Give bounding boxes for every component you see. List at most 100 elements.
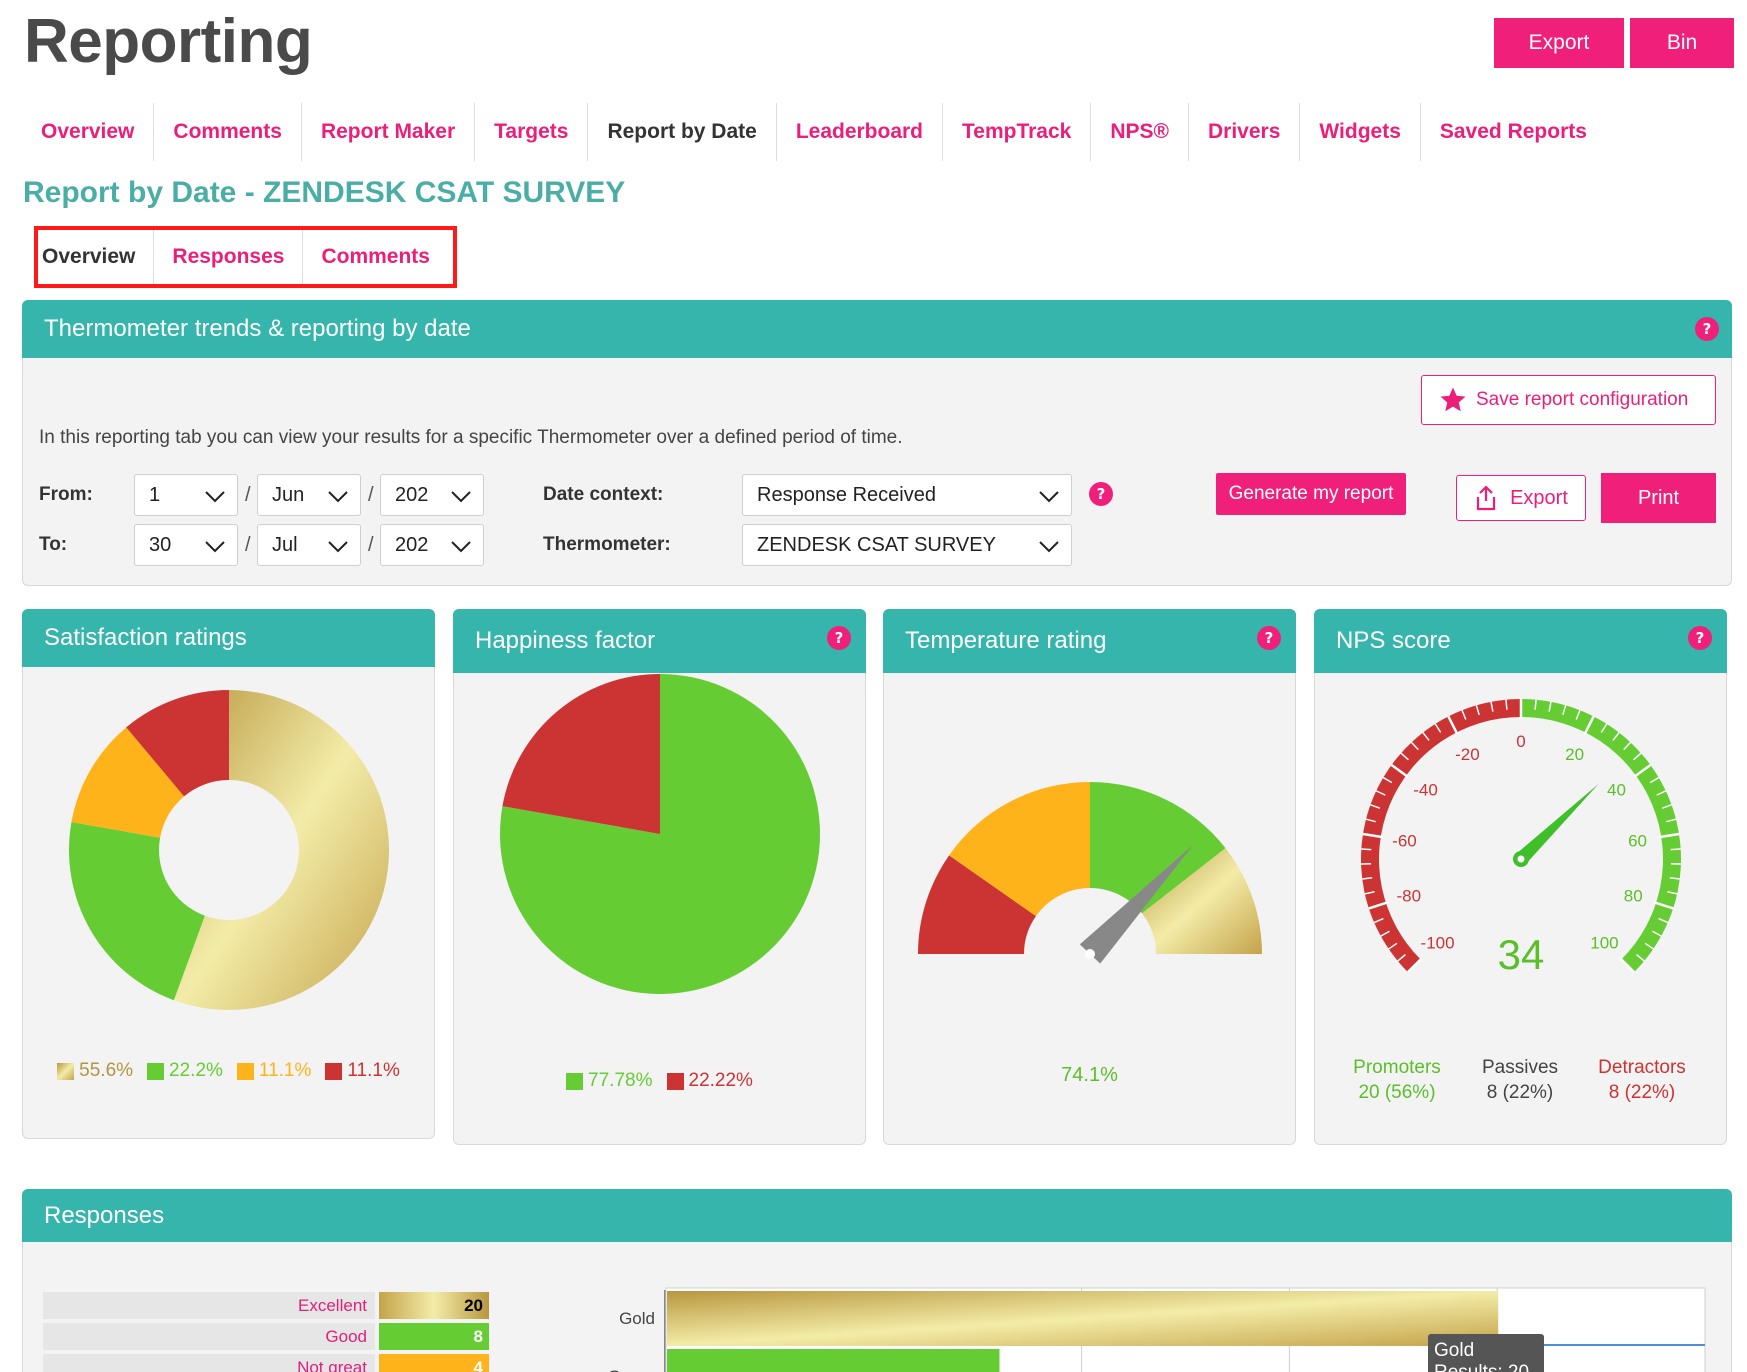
from-month-select[interactable]: Jun bbox=[257, 474, 361, 516]
legend-item: 55.6% bbox=[57, 1060, 133, 1082]
star-icon bbox=[1440, 387, 1466, 412]
nav-report-by-date[interactable]: Report by Date bbox=[588, 103, 777, 161]
thermometer-label: Thermometer: bbox=[543, 534, 671, 555]
to-year-value: 202 bbox=[395, 533, 429, 556]
chart-tooltip: GoldResults: 20 bbox=[1428, 1334, 1544, 1372]
help-icon[interactable]: ? bbox=[1695, 317, 1719, 341]
gauge-tick-label: 40 bbox=[1607, 781, 1626, 800]
legend-label: 77.78% bbox=[588, 1070, 653, 1091]
from-month-value: Jun bbox=[272, 483, 305, 506]
sub-tab-comments[interactable]: Comments bbox=[303, 230, 448, 284]
bin-button[interactable]: Bin bbox=[1630, 18, 1734, 68]
sub-tabs: Overview Responses Comments bbox=[34, 226, 457, 288]
nav-report-maker[interactable]: Report Maker bbox=[302, 103, 476, 161]
from-day-select[interactable]: 1 bbox=[134, 474, 238, 516]
nav-temptrack[interactable]: TempTrack bbox=[943, 103, 1092, 161]
from-label: From: bbox=[39, 484, 93, 505]
gauge-tick bbox=[1361, 848, 1372, 851]
date-separator: / bbox=[245, 484, 251, 506]
nav-overview[interactable]: Overview bbox=[22, 103, 155, 161]
nav-widgets[interactable]: Widgets bbox=[1300, 103, 1421, 161]
share-icon bbox=[1476, 485, 1496, 511]
print-button[interactable]: Print bbox=[1601, 473, 1716, 523]
help-icon[interactable]: ? bbox=[827, 626, 851, 650]
help-icon[interactable]: ? bbox=[1688, 626, 1712, 650]
nav-saved-reports[interactable]: Saved Reports bbox=[1421, 103, 1606, 161]
passives-label: Passives bbox=[1481, 1057, 1559, 1078]
nav-leaderboard[interactable]: Leaderboard bbox=[777, 103, 944, 161]
help-icon[interactable]: ? bbox=[1089, 482, 1113, 506]
chevron-down-icon bbox=[451, 541, 471, 553]
promoters-value: 20 (56%) bbox=[1358, 1082, 1436, 1103]
to-day-select[interactable]: 30 bbox=[134, 524, 238, 566]
responses-panel: Responses Excellent 20 Good 8 Not great 4 Gol… bbox=[22, 1189, 1732, 1372]
promoters-label: Promoters bbox=[1353, 1057, 1441, 1078]
response-bar bbox=[667, 1291, 1499, 1346]
chevron-down-icon bbox=[205, 541, 225, 553]
gauge-tick-label: -80 bbox=[1396, 886, 1421, 905]
nps-card-title: NPS score bbox=[1314, 609, 1727, 673]
happiness-legend: 77.78% 22.22% bbox=[454, 1070, 865, 1092]
legend-label: 55.6% bbox=[79, 1060, 134, 1081]
date-separator: / bbox=[245, 534, 251, 556]
gauge-pivot-dot bbox=[1517, 855, 1525, 863]
page-title: Reporting bbox=[24, 7, 313, 76]
chevron-down-icon bbox=[328, 541, 348, 553]
date-context-select[interactable]: Response Received bbox=[742, 474, 1072, 516]
chevron-down-icon bbox=[205, 491, 225, 503]
gauge-tick bbox=[1505, 699, 1508, 710]
to-year-select[interactable]: 202 bbox=[380, 524, 484, 566]
from-year-select[interactable]: 202 bbox=[380, 474, 484, 516]
gauge-tick-label: 0 bbox=[1516, 732, 1525, 751]
passives-stat: Passives 8 (22%) bbox=[1460, 1055, 1580, 1105]
detractors-stat: Detractors 8 (22%) bbox=[1582, 1055, 1702, 1105]
legend-label: 11.1% bbox=[258, 1060, 312, 1081]
sub-tab-overview[interactable]: Overview bbox=[38, 230, 155, 284]
legend-swatch bbox=[147, 1062, 165, 1080]
sub-tab-responses[interactable]: Responses bbox=[154, 230, 304, 284]
promoters-stat: Promoters 20 (56%) bbox=[1337, 1055, 1457, 1105]
chevron-down-icon bbox=[1039, 491, 1059, 503]
to-label: To: bbox=[39, 534, 68, 555]
to-month-select[interactable]: Jul bbox=[257, 524, 361, 566]
thermometer-value: ZENDESK CSAT SURVEY bbox=[757, 533, 996, 556]
chevron-down-icon bbox=[328, 491, 348, 503]
detractors-label: Detractors bbox=[1598, 1057, 1686, 1078]
bar-category-label: Gold bbox=[619, 1309, 655, 1328]
temperature-card: Temperature rating ? 74.1% bbox=[883, 609, 1296, 1145]
legend-item: 11.1% bbox=[325, 1060, 400, 1082]
satisfaction-legend: 55.6% 22.2% 11.1% 11.1% bbox=[23, 1060, 434, 1082]
to-month-value: Jul bbox=[272, 533, 298, 556]
nav-targets[interactable]: Targets bbox=[475, 103, 589, 161]
date-separator: / bbox=[368, 484, 374, 506]
gauge-tick-label: 60 bbox=[1628, 832, 1647, 851]
happiness-card: Happiness factor ? 77.78% 22.22% bbox=[453, 609, 866, 1145]
report-export-button[interactable]: Export bbox=[1456, 475, 1586, 521]
from-day-value: 1 bbox=[149, 483, 161, 506]
main-nav: Overview Comments Report Maker Targets R… bbox=[22, 103, 1606, 161]
nav-drivers[interactable]: Drivers bbox=[1189, 103, 1301, 161]
happiness-pie-chart bbox=[499, 674, 820, 994]
date-context-label: Date context: bbox=[543, 484, 664, 505]
legend-swatch bbox=[236, 1062, 254, 1080]
gauge-pivot bbox=[1085, 949, 1095, 959]
to-day-value: 30 bbox=[149, 533, 172, 556]
filter-panel: Thermometer trends & reporting by date ?… bbox=[22, 300, 1732, 586]
temperature-gauge-chart bbox=[918, 782, 1262, 964]
response-bar bbox=[667, 1349, 1000, 1372]
nav-comments[interactable]: Comments bbox=[154, 103, 302, 161]
legend-label: 22.2% bbox=[169, 1060, 223, 1081]
nav-nps[interactable]: NPS® bbox=[1091, 103, 1189, 161]
help-icon[interactable]: ? bbox=[1257, 626, 1281, 650]
thermometer-select[interactable]: ZENDESK CSAT SURVEY bbox=[742, 524, 1072, 566]
satisfaction-donut-chart bbox=[69, 690, 390, 1010]
legend-swatch bbox=[666, 1072, 684, 1090]
generate-report-button[interactable]: Generate my report bbox=[1216, 473, 1406, 515]
save-configuration-label: Save report configuration bbox=[1476, 389, 1689, 410]
save-configuration-button[interactable]: Save report configuration bbox=[1421, 375, 1716, 425]
date-context-value: Response Received bbox=[757, 483, 936, 506]
filter-panel-title: Thermometer trends & reporting by date bbox=[22, 300, 1732, 358]
export-button[interactable]: Export bbox=[1494, 18, 1624, 68]
gauge-tick bbox=[1534, 699, 1537, 710]
happiness-slice bbox=[502, 674, 660, 834]
